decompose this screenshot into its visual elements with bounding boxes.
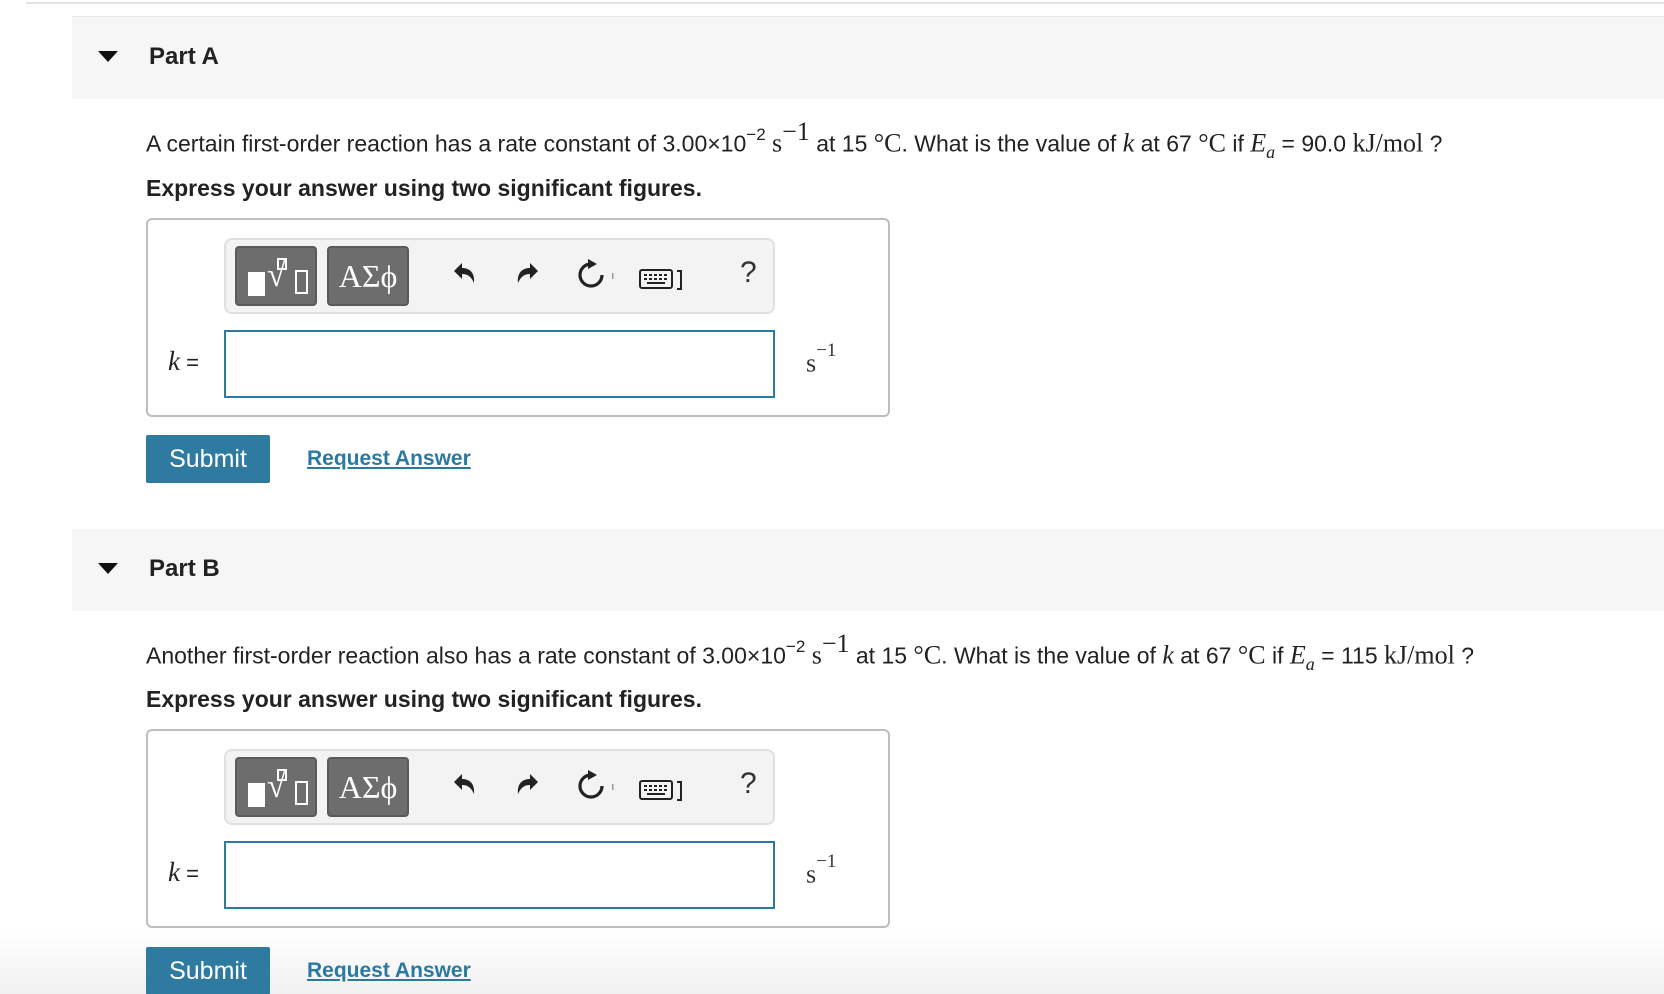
math-toolbar: √ ΑΣϕ ? bbox=[224, 238, 775, 314]
templates-icon[interactable]: √ bbox=[235, 757, 317, 817]
request-answer-link[interactable]: Request Answer bbox=[307, 959, 471, 983]
request-answer-link[interactable]: Request Answer bbox=[307, 447, 471, 471]
keyboard-icon[interactable] bbox=[639, 779, 685, 803]
part-title: Part A bbox=[149, 43, 219, 70]
greek-letters-icon[interactable]: ΑΣϕ bbox=[327, 757, 409, 817]
answer-box: √ ΑΣϕ ? k = s−1 bbox=[146, 729, 890, 928]
math-toolbar: √ ΑΣϕ ? bbox=[224, 749, 775, 825]
undo-icon[interactable] bbox=[448, 258, 478, 288]
part-a-header[interactable]: Part A bbox=[72, 17, 1664, 99]
question-text: Another first-order reaction also has a … bbox=[146, 629, 1475, 674]
keyboard-icon[interactable] bbox=[639, 268, 685, 292]
answer-label: k = bbox=[168, 857, 199, 887]
question-text: A certain first-order reaction has a rat… bbox=[146, 117, 1443, 162]
redo-icon[interactable] bbox=[514, 769, 544, 799]
redo-icon[interactable] bbox=[514, 258, 544, 288]
answer-input[interactable] bbox=[224, 330, 775, 398]
instruction-text: Express your answer using two significan… bbox=[146, 686, 702, 712]
caret-down-icon[interactable] bbox=[98, 563, 118, 574]
answer-label: k = bbox=[168, 346, 199, 376]
undo-icon[interactable] bbox=[448, 769, 478, 799]
answer-input[interactable] bbox=[224, 841, 775, 909]
submit-button[interactable]: Submit bbox=[146, 435, 270, 483]
submit-button[interactable]: Submit bbox=[146, 947, 270, 994]
part-b-header[interactable]: Part B bbox=[72, 529, 1664, 611]
answer-unit: s−1 bbox=[806, 340, 837, 378]
help-icon[interactable]: ? bbox=[740, 256, 757, 290]
templates-icon[interactable]: √ bbox=[235, 246, 317, 306]
reset-icon[interactable] bbox=[575, 258, 615, 292]
greek-letters-icon[interactable]: ΑΣϕ bbox=[327, 246, 409, 306]
part-title: Part B bbox=[149, 555, 220, 582]
caret-down-icon[interactable] bbox=[98, 51, 118, 62]
help-icon[interactable]: ? bbox=[740, 767, 757, 801]
answer-box: √ ΑΣϕ ? k = s−1 bbox=[146, 218, 890, 417]
top-divider bbox=[26, 2, 1664, 4]
instruction-text: Express your answer using two significan… bbox=[146, 175, 702, 201]
answer-unit: s−1 bbox=[806, 851, 837, 889]
reset-icon[interactable] bbox=[575, 769, 615, 803]
